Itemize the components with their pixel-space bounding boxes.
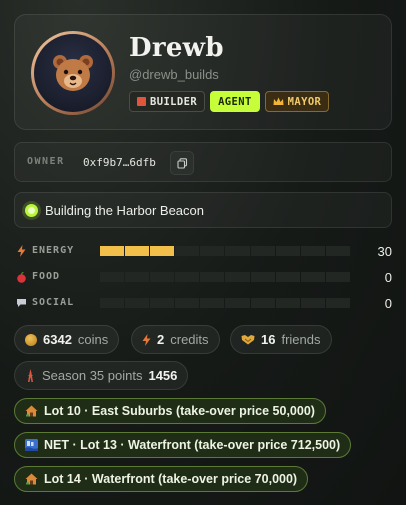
- stat-label: ENERGY: [32, 245, 75, 256]
- food-bar: [100, 272, 350, 282]
- mayor-badge: MAYOR: [264, 91, 330, 112]
- stat-value: 0: [384, 270, 392, 285]
- bar-segment: [225, 246, 250, 256]
- bar-segment: [250, 246, 275, 256]
- lightning-icon: [14, 244, 28, 258]
- coins-label: coins: [77, 332, 109, 347]
- brick-icon: [137, 97, 146, 106]
- lot-item[interactable]: Lot 10 · East Suburbs (take-over price 5…: [14, 398, 326, 424]
- bar-segment: [125, 272, 150, 282]
- agent-badge: AGENT: [210, 91, 260, 112]
- stat-energy: ENERGY 30: [14, 243, 392, 259]
- apple-icon: [14, 270, 28, 284]
- credits-pill: 2 credits: [131, 325, 220, 354]
- waterfront-icon: [25, 439, 38, 452]
- bar-segment: [225, 272, 250, 282]
- bar-segment: [300, 272, 325, 282]
- profile-handle: @drewb_builds: [129, 67, 219, 82]
- profile-card: Drewb @drewb_builds BUILDER AGENT MAYOR: [14, 14, 392, 130]
- friends-label: friends: [281, 332, 321, 347]
- copy-address-button[interactable]: [170, 151, 194, 175]
- owner-address: 0xf9b7…6dfb: [83, 156, 156, 169]
- task-status-dot: [25, 204, 38, 217]
- bar-segment: [200, 298, 225, 308]
- friends-value: 16: [261, 332, 276, 347]
- stat-social: SOCIAL 0: [14, 295, 392, 311]
- lot-label: Lot 14 · Waterfront (take-over price 70,…: [44, 472, 298, 486]
- builder-badge-label: BUILDER: [150, 95, 198, 108]
- tower-icon: [28, 369, 33, 382]
- stat-value: 30: [377, 244, 392, 259]
- stat-label: FOOD: [32, 271, 61, 282]
- bar-segment: [100, 246, 125, 256]
- bar-segment: [175, 298, 200, 308]
- profile-name: Drewb: [129, 33, 224, 63]
- friends-pill[interactable]: 16 friends: [230, 325, 332, 354]
- bar-segment: [300, 298, 325, 308]
- bar-segment: [100, 298, 125, 308]
- credits-value: 2: [157, 332, 165, 347]
- season-points-pill: Season 35 points 1456: [14, 361, 189, 390]
- bar-segment: [175, 246, 200, 256]
- bar-segment: [325, 298, 350, 308]
- season-value: 1456: [148, 368, 178, 383]
- bar-segment: [175, 272, 200, 282]
- bar-segment: [200, 272, 225, 282]
- stat-label: SOCIAL: [32, 297, 75, 308]
- bar-segment: [125, 298, 150, 308]
- bar-segment: [150, 272, 175, 282]
- speech-bubble-icon: [14, 296, 28, 310]
- bar-segment: [275, 298, 300, 308]
- lightning-icon: [142, 333, 151, 346]
- lot-label: Lot 10 · East Suburbs (take-over price 5…: [44, 404, 315, 418]
- bar-segment: [325, 272, 350, 282]
- bar-segment: [125, 246, 150, 256]
- mayor-badge-label: MAYOR: [287, 95, 322, 108]
- bar-segment: [150, 298, 175, 308]
- bar-segment: [250, 298, 275, 308]
- season-label: Season 35 points: [42, 368, 143, 383]
- bar-segment: [200, 246, 225, 256]
- handshake-icon: [241, 335, 255, 345]
- house-icon: [25, 405, 38, 418]
- crown-icon: [273, 97, 284, 105]
- house-icon: [25, 473, 38, 486]
- owner-label: OWNER: [27, 156, 65, 167]
- bar-segment: [225, 298, 250, 308]
- lot-item[interactable]: Lot 14 · Waterfront (take-over price 70,…: [14, 466, 309, 492]
- bar-segment: [300, 246, 325, 256]
- energy-bar: [100, 246, 350, 256]
- stat-value: 0: [384, 296, 392, 311]
- lot-label: NET · Lot 13 · Waterfront (take-over pri…: [44, 438, 341, 452]
- badge-list: BUILDER AGENT MAYOR: [129, 91, 330, 112]
- task-label: Building the Harbor Beacon: [45, 203, 204, 218]
- coin-icon: [25, 333, 37, 346]
- bar-segment: [275, 272, 300, 282]
- current-task: Building the Harbor Beacon: [14, 192, 392, 228]
- lot-item[interactable]: NET · Lot 13 · Waterfront (take-over pri…: [14, 432, 352, 458]
- bar-segment: [325, 246, 350, 256]
- bar-segment: [150, 246, 175, 256]
- agent-badge-label: AGENT: [218, 95, 252, 108]
- credits-label: credits: [170, 332, 209, 347]
- bar-segment: [100, 272, 125, 282]
- bar-segment: [250, 272, 275, 282]
- avatar[interactable]: [31, 31, 115, 115]
- bear-face-icon: [53, 55, 93, 91]
- bar-segment: [275, 246, 300, 256]
- coins-value: 6342: [43, 332, 72, 347]
- social-bar: [100, 298, 350, 308]
- builder-badge: BUILDER: [129, 91, 206, 112]
- stat-food: FOOD 0: [14, 269, 392, 285]
- coins-pill: 6342 coins: [14, 325, 120, 354]
- copy-icon: [176, 157, 187, 169]
- owner-row: OWNER 0xf9b7…6dfb: [14, 142, 392, 182]
